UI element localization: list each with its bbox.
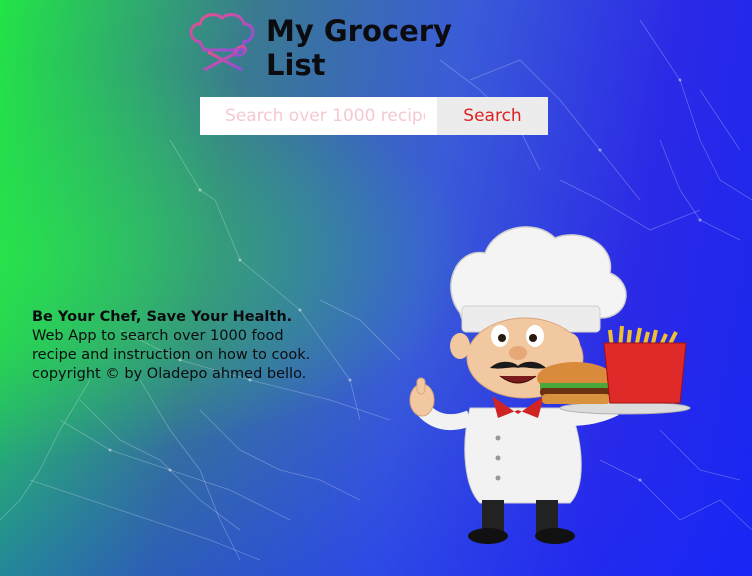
search-bar: Search	[200, 97, 548, 135]
about-heading: Be Your Chef, Save Your Health.	[32, 309, 293, 325]
search-input[interactable]	[200, 97, 437, 135]
about-section: Be Your Chef, Save Your Health. Web App …	[32, 308, 332, 384]
copyright-text: copyright © by Oladepo ahmed bello.	[32, 366, 307, 382]
search-button[interactable]: Search	[437, 97, 548, 135]
chef-illustration	[400, 218, 700, 548]
about-description: Web App to search over 1000 food recipe …	[32, 328, 311, 363]
chef-hat-utensils-icon[interactable]	[184, 10, 262, 72]
app-title: My Grocery List	[266, 14, 452, 82]
